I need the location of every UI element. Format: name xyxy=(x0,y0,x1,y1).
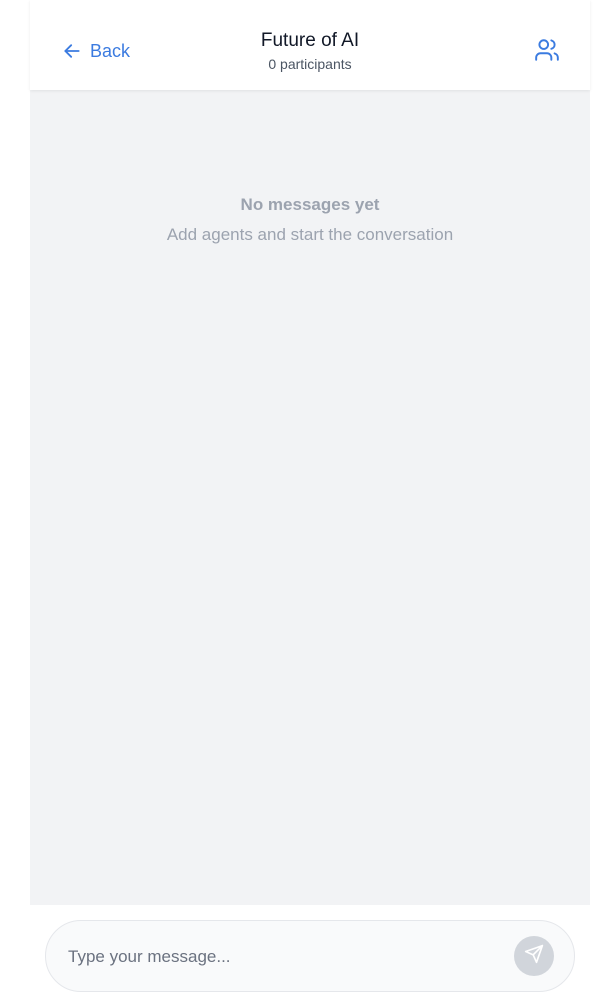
send-icon xyxy=(524,944,544,969)
message-list[interactable]: No messages yet Add agents and start the… xyxy=(30,90,590,905)
chat-screen: Back Future of AI 0 participants No mess… xyxy=(30,0,590,999)
arrow-left-icon xyxy=(62,41,82,61)
message-input[interactable] xyxy=(66,941,490,973)
back-label: Back xyxy=(90,40,131,61)
back-button[interactable]: Back xyxy=(62,38,130,64)
message-input-container xyxy=(45,920,575,992)
chat-header: Back Future of AI 0 participants xyxy=(30,0,590,90)
empty-state-subtitle: Add agents and start the conversation xyxy=(166,225,454,244)
empty-state-title: No messages yet xyxy=(240,195,380,214)
users-icon xyxy=(534,39,560,67)
participants-button[interactable] xyxy=(534,37,560,63)
message-composer xyxy=(30,905,590,999)
send-button[interactable] xyxy=(514,936,554,976)
